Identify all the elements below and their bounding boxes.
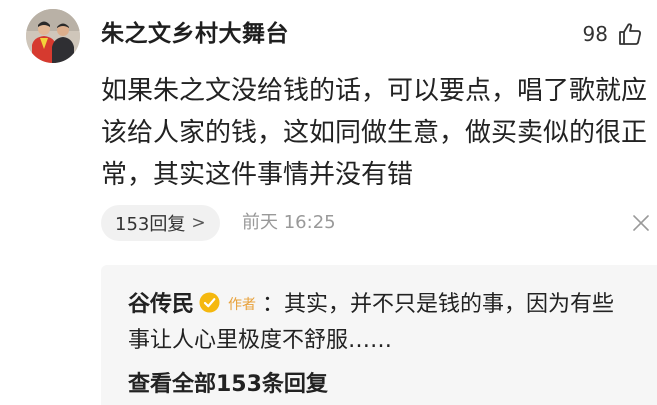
like-button[interactable]: 98: [583, 18, 643, 50]
reply-count-label: 153回复: [115, 214, 186, 235]
comment-meta: 153回复 > 前天 16:25: [101, 205, 651, 241]
comment-time: 前天 16:25: [242, 212, 336, 233]
comment-username[interactable]: 朱之文乡村大舞台: [101, 18, 289, 50]
chevron-right-icon: >: [191, 213, 206, 233]
reply-preview-box[interactable]: 谷传民 作者 ：其实，并不只是钱的事，因为有些事让人心里极度不舒服…… 查看全部15…: [101, 265, 657, 405]
reply-author-name[interactable]: 谷传民: [128, 292, 194, 317]
avatar[interactable]: [26, 9, 80, 63]
reply-count-button[interactable]: 153回复 >: [101, 205, 220, 241]
thumbs-up-icon[interactable]: [617, 21, 643, 47]
close-icon[interactable]: [631, 213, 651, 233]
avatar-image: [26, 9, 80, 63]
comment-text: 如果朱之文没给钱的话，可以要点，唱了歌就应该给人家的钱，这如同做生意，做买卖似的…: [101, 76, 648, 190]
view-all-replies-link[interactable]: 查看全部153条回复: [128, 369, 328, 401]
comment-card: 朱之文乡村大舞台 98 如果朱之文没给钱的话，可以要点，唱了歌就应该给人家的钱，…: [0, 0, 657, 405]
author-tag: 作者: [228, 297, 257, 313]
like-count: 98: [582, 22, 608, 46]
reply-preview-text: 谷传民 作者 ：其实，并不只是钱的事，因为有些事让人心里极度不舒服……: [128, 287, 628, 359]
verified-badge-icon: [199, 292, 220, 313]
